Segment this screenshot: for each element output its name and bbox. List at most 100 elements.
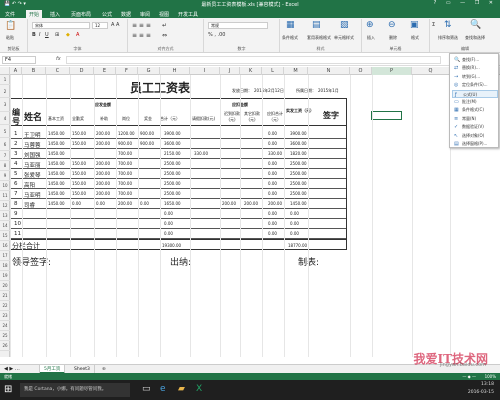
row-header[interactable]: 2: [0, 85, 10, 98]
table-cell-total[interactable]: 3900.00: [164, 131, 181, 136]
table-cell-dt[interactable]: 0.00: [268, 161, 277, 166]
row-header[interactable]: 9: [0, 171, 10, 181]
table-cell-sub[interactable]: 200.00: [96, 161, 110, 166]
percent-icon[interactable]: % , .00: [208, 32, 225, 38]
table-cell-no[interactable]: 5: [14, 171, 18, 177]
table-cell-bonus[interactable]: 900.00: [140, 131, 154, 136]
row-header[interactable]: 13: [0, 211, 10, 221]
table-cell-full[interactable]: 150.00: [72, 141, 86, 146]
col-header-e[interactable]: E: [94, 67, 116, 75]
clock-date[interactable]: 2016-03-15: [468, 390, 494, 395]
format-cells-icon[interactable]: ▣: [410, 20, 419, 30]
row-header[interactable]: 24: [0, 321, 10, 331]
table-cell-dt[interactable]: 0.00: [268, 141, 277, 146]
row-header[interactable]: 17: [0, 251, 10, 261]
table-cell-total[interactable]: 0.00: [164, 211, 173, 216]
name-box[interactable]: F4: [2, 56, 36, 64]
row-header[interactable]: 10: [0, 181, 10, 191]
table-cell-name[interactable]: 张爱琴: [24, 171, 41, 179]
table-cell-no[interactable]: 8: [14, 201, 18, 207]
table-cell-actual[interactable]: 1450.00: [290, 201, 307, 206]
table-cell-base[interactable]: 1450.00: [48, 171, 65, 176]
row-header[interactable]: 6: [0, 138, 10, 151]
table-cell-post[interactable]: 700.00: [118, 161, 132, 166]
start-icon[interactable]: ⊞: [4, 384, 12, 395]
delete-cells-icon[interactable]: ⊖: [388, 20, 396, 30]
table-cell-actual[interactable]: 0.00: [290, 221, 299, 226]
col-header-i[interactable]: I: [190, 67, 220, 75]
table-cell-total[interactable]: 2500.00: [164, 171, 181, 176]
excel-taskbar-icon[interactable]: X: [196, 384, 202, 394]
menu-item[interactable]: ƒ 公式(U): [452, 89, 498, 98]
table-cell-post[interactable]: 900.00: [118, 141, 132, 146]
menu-item[interactable]: ▦ 条件格式(C): [452, 106, 498, 114]
col-header-b[interactable]: B: [22, 67, 46, 75]
border-icon[interactable]: ⊞: [55, 32, 59, 38]
table-cell-base[interactable]: 1450.00: [48, 181, 65, 186]
cell-styles-label[interactable]: 单元格样式: [334, 35, 354, 41]
menu-item[interactable]: 🔍 查找(F)...: [452, 56, 498, 64]
table-cell-name[interactable]: 王卫明: [24, 131, 41, 139]
row-header[interactable]: 1: [0, 75, 10, 85]
cond-format-label[interactable]: 条件格式: [282, 35, 298, 41]
table-cell-name[interactable]: 刘国强: [24, 151, 41, 159]
cell-styles-icon[interactable]: ▧: [340, 20, 349, 30]
table-cell-dt[interactable]: 0.00: [268, 181, 277, 186]
table-cell-actual[interactable]: 2500.00: [290, 171, 307, 176]
col-header-c[interactable]: C: [46, 67, 70, 75]
tab-formulas[interactable]: 公式: [99, 10, 115, 18]
paste-label[interactable]: 粘贴: [6, 35, 14, 41]
table-cell-actual[interactable]: 0.00: [290, 231, 299, 236]
format-label[interactable]: 格式: [411, 35, 419, 41]
table-cell-dt[interactable]: 0.00: [268, 131, 277, 136]
table-cell-actual[interactable]: 2500.00: [290, 161, 307, 166]
table-cell-post[interactable]: 700.00: [118, 171, 132, 176]
col-header-k[interactable]: K: [240, 67, 262, 75]
table-cell-actual[interactable]: 0.00: [290, 211, 299, 216]
table-cell-total[interactable]: 2500.00: [164, 191, 181, 196]
table-cell-full[interactable]: 150.00: [72, 161, 86, 166]
row-header[interactable]: 20: [0, 281, 10, 291]
menu-item[interactable]: ≡ 常量(N): [452, 115, 498, 123]
table-cell-dt[interactable]: 0.00: [268, 221, 277, 226]
row-header[interactable]: 3: [0, 98, 10, 112]
paste-icon[interactable]: 📋: [5, 21, 16, 31]
fx-icon[interactable]: fx: [56, 56, 61, 62]
table-cell-no[interactable]: 11: [14, 231, 21, 237]
window-controls[interactable]: ? ▭ — ❐ ✕: [434, 0, 497, 6]
tab-developer[interactable]: 开发工具: [175, 10, 201, 18]
tab-file[interactable]: 文件: [2, 10, 18, 18]
tab-home[interactable]: 开始: [26, 10, 43, 18]
row-header[interactable]: 21: [0, 291, 10, 301]
table-cell-sub[interactable]: 200.00: [96, 171, 110, 176]
table-cell-bonus[interactable]: 900.00: [140, 141, 154, 146]
table-cell-post[interactable]: 700.00: [118, 181, 132, 186]
table-cell-post[interactable]: 700.00: [118, 191, 132, 196]
table-cell-no[interactable]: 2: [14, 141, 18, 147]
table-cell-name[interactable]: 马蓉蓉: [24, 141, 41, 149]
wrap-text-icon[interactable]: ↵: [162, 22, 167, 29]
font-name-select[interactable]: 宋体: [32, 22, 90, 29]
row-header[interactable]: 16: [0, 241, 10, 251]
table-cell-base[interactable]: 1450.00: [48, 141, 65, 146]
table-format-label[interactable]: 套用表格格式: [307, 35, 331, 41]
table-cell-total[interactable]: 0.00: [164, 231, 173, 236]
explorer-icon[interactable]: ▰: [178, 384, 185, 394]
table-cell-bonus[interactable]: 0.00: [140, 201, 149, 206]
table-cell-name[interactable]: 马亚丽: [24, 161, 41, 169]
table-cell-full[interactable]: 150.00: [72, 171, 86, 176]
row-header[interactable]: 7: [0, 151, 10, 161]
row-header[interactable]: 14: [0, 221, 10, 231]
table-cell-d2[interactable]: 200.00: [222, 201, 236, 206]
tab-page-layout[interactable]: 页面布局: [68, 10, 94, 18]
col-header-j[interactable]: J: [220, 67, 240, 75]
table-cell-dt[interactable]: 0.00: [268, 171, 277, 176]
row-header[interactable]: 23: [0, 311, 10, 321]
table-cell-full[interactable]: 150.00: [72, 131, 86, 136]
table-cell-dt[interactable]: 0.00: [268, 211, 277, 216]
col-header-f[interactable]: F: [116, 67, 138, 75]
table-cell-dt[interactable]: 330.00: [268, 151, 282, 156]
col-header-q[interactable]: Q: [412, 67, 450, 75]
italic-icon[interactable]: I: [39, 32, 40, 38]
table-cell-actual[interactable]: 1820.00: [290, 151, 307, 156]
